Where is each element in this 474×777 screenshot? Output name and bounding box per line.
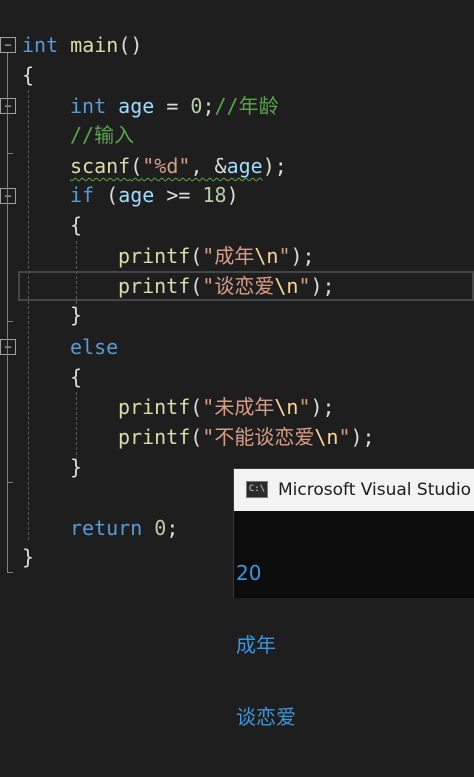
- string-literal: ": [278, 244, 291, 268]
- function-name: printf: [118, 425, 191, 449]
- punctuation: (: [94, 183, 119, 207]
- punctuation: (: [190, 274, 203, 298]
- escape-sequence: \n: [314, 425, 339, 449]
- keyword: else: [70, 335, 119, 359]
- punctuation: ;: [202, 94, 215, 118]
- fold-region-line-if: [7, 204, 8, 322]
- code-line[interactable]: else: [70, 332, 118, 362]
- code-line[interactable]: printf("不能谈恋爱\n");: [118, 422, 375, 452]
- fold-region-line-declaration: [7, 114, 8, 154]
- console-app-icon: C:\: [246, 481, 268, 498]
- punctuation: );: [310, 395, 335, 419]
- code-line[interactable]: }: [22, 542, 34, 572]
- function-name: scanf: [70, 154, 131, 178]
- fold-toggle-if[interactable]: −: [0, 188, 16, 204]
- code-line[interactable]: printf("未成年\n");: [118, 392, 335, 422]
- fold-region-end-declaration: [7, 153, 13, 154]
- console-output-line: 谈恋爱: [236, 705, 296, 729]
- identifier: age: [226, 154, 263, 178]
- punctuation: , &: [190, 154, 227, 178]
- fold-toggle-main[interactable]: −: [0, 37, 16, 53]
- punctuation: );: [310, 274, 335, 298]
- console-title-bar[interactable]: C:\ Microsoft Visual Studio 调: [234, 469, 474, 511]
- punctuation: ): [226, 183, 239, 207]
- code-line[interactable]: if (age >= 18): [70, 180, 239, 210]
- function-name: printf: [118, 244, 191, 268]
- fold-toggle-declaration[interactable]: −: [0, 98, 16, 114]
- escape-sequence: \n: [254, 244, 279, 268]
- brace: }: [70, 455, 83, 479]
- function-name: printf: [118, 395, 191, 419]
- console-title: Microsoft Visual Studio 调: [278, 480, 474, 500]
- console-window[interactable]: C:\ Microsoft Visual Studio 调 20 成年 谈恋爱: [233, 468, 474, 729]
- punctuation: );: [290, 244, 315, 268]
- punctuation: (: [130, 154, 143, 178]
- punctuation: (: [190, 244, 203, 268]
- string-literal: ": [298, 274, 311, 298]
- string-literal: ": [338, 425, 351, 449]
- code-line[interactable]: printf("谈恋爱\n");: [118, 271, 335, 301]
- comment: //输入: [70, 123, 135, 147]
- indent-guide-function: [28, 90, 29, 540]
- operator: >=: [154, 183, 203, 207]
- string-literal: "未成年: [202, 395, 275, 419]
- code-line[interactable]: return 0;: [70, 513, 178, 543]
- console-output: 20 成年 谈恋爱: [236, 513, 472, 777]
- function-name: main: [70, 33, 119, 57]
- code-line[interactable]: printf("成年\n");: [118, 241, 315, 271]
- brace: {: [70, 213, 83, 237]
- punctuation: );: [262, 154, 287, 178]
- number-literal: 0: [142, 516, 167, 540]
- indent-guide-else-block: [76, 392, 77, 460]
- escape-sequence: \n: [274, 395, 299, 419]
- brace: {: [22, 63, 35, 87]
- identifier: age: [118, 183, 155, 207]
- fold-region-end-if: [7, 321, 13, 322]
- warning-squiggle[interactable]: scanf("%d", &age: [70, 154, 263, 178]
- code-line[interactable]: {: [70, 210, 82, 240]
- code-line[interactable]: {: [70, 362, 82, 392]
- keyword: int: [22, 33, 59, 57]
- fold-region-line-else: [7, 355, 8, 483]
- keyword: return: [70, 516, 143, 540]
- punctuation: ;: [166, 516, 179, 540]
- string-literal: "不能谈恋爱: [202, 425, 315, 449]
- operator: =: [154, 94, 191, 118]
- fold-region-end-else: [7, 482, 13, 483]
- punctuation: (): [118, 33, 143, 57]
- fold-toggle-else[interactable]: −: [0, 339, 16, 355]
- identifier: age: [118, 94, 155, 118]
- keyword: if: [70, 183, 95, 207]
- code-line[interactable]: }: [70, 452, 82, 482]
- console-output-line: 成年: [236, 633, 276, 657]
- console-output-line: 20: [236, 561, 262, 585]
- string-literal: "谈恋爱: [202, 274, 275, 298]
- keyword: int: [70, 94, 107, 118]
- brace: {: [70, 365, 83, 389]
- code-line[interactable]: int age = 0;//年龄: [70, 91, 279, 121]
- brace: }: [70, 303, 83, 327]
- string-literal: "%d": [142, 154, 191, 178]
- code-line[interactable]: }: [70, 300, 82, 330]
- code-line[interactable]: int main(): [22, 30, 142, 60]
- string-literal: ": [298, 395, 311, 419]
- punctuation: (: [190, 395, 203, 419]
- code-line[interactable]: {: [22, 60, 34, 90]
- code-line[interactable]: //输入: [70, 120, 134, 150]
- comment: //年龄: [214, 94, 279, 118]
- code-line[interactable]: scanf("%d", &age);: [70, 151, 287, 181]
- punctuation: );: [350, 425, 375, 449]
- number-literal: 18: [202, 183, 227, 207]
- brace: }: [22, 545, 35, 569]
- number-literal: 0: [190, 94, 203, 118]
- function-name: printf: [118, 274, 191, 298]
- string-literal: "成年: [202, 244, 255, 268]
- punctuation: (: [190, 425, 203, 449]
- escape-sequence: \n: [274, 274, 299, 298]
- fold-region-end-main: [7, 572, 13, 573]
